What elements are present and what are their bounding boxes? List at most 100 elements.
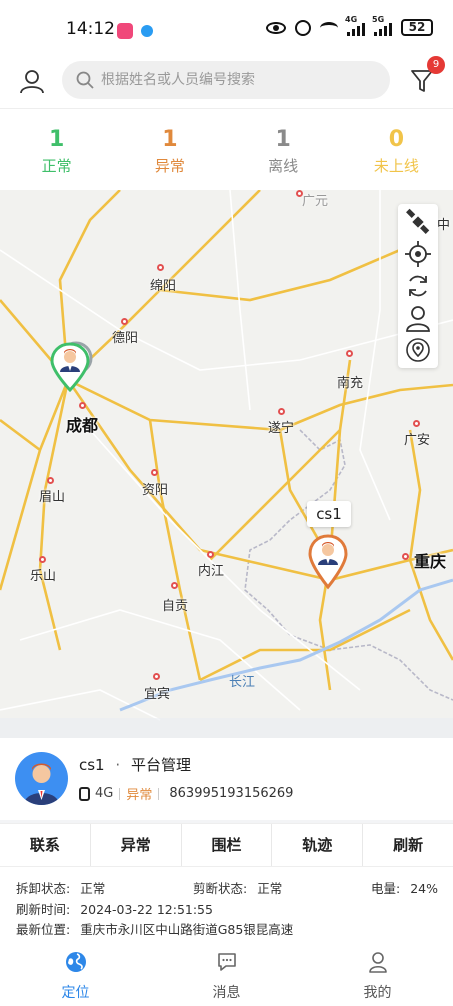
device-status: 异常 [126,788,153,803]
latest-location: 最新位置: 重庆市永川区中山路街道G85银昆高速 [16,919,293,938]
device-marker-normal[interactable] [48,340,96,396]
city-dot [171,582,178,589]
filter-badge: 9 [427,56,445,74]
signal-5g-icon: 5G [372,15,392,36]
bottom-nav: 定位 消息 我的 [0,939,453,1006]
stat-label: 异常 [154,157,185,175]
device-name: cs1 [79,756,105,774]
track-button[interactable]: 轨迹 [272,824,364,866]
battery-value: 24% [410,881,438,896]
stat-abnormal[interactable]: 1 异常 [113,109,226,190]
city-dot [157,264,164,271]
message-icon [217,953,236,971]
nav-profile[interactable]: 我的 [302,939,453,1006]
status-bar: 14:12 4G 5G 52 [0,0,453,52]
device-network: 4G [95,786,114,801]
device-marker-label: cs1 [307,501,351,527]
device-avatar [15,752,68,805]
alarm-icon [295,19,311,36]
city-dot [207,551,214,558]
battery-label: 电量: [371,881,401,896]
user-icon[interactable] [19,68,45,94]
refresh-icon[interactable] [404,272,432,300]
device-info: 拆卸状态: 正常 剪断状态: 正常 电量: 24% 刷新时间: 2024-03-… [0,867,453,939]
search-input[interactable] [101,61,381,99]
person-icon[interactable] [404,304,432,332]
city-label: 广安 [404,433,431,448]
city-dot [79,402,86,409]
city-dot [47,477,54,484]
detach-status-label: 拆卸状态: [16,881,71,896]
city-dot [402,553,409,560]
city-label: 乐山 [30,569,57,584]
stat-count: 1 [275,127,291,152]
stat-label: 未上线 [373,157,419,175]
stat-count: 0 [388,127,405,152]
city-dot [278,408,285,415]
city-label: 自贡 [162,599,189,614]
map[interactable]: 广元 绵阳 德阳 成都 南充 遂宁 广安 资阳 眉山 乐山 内江 自贡 宜宾 重… [0,190,453,738]
stat-label: 正常 [41,157,72,175]
stat-offline[interactable]: 1 离线 [227,109,340,190]
signal-4g-icon: 4G [345,15,365,36]
cut-status-value: 正常 [257,881,283,896]
city-label: 内江 [198,564,225,579]
contact-button[interactable]: 联系 [0,824,91,866]
battery-level: 电量: 24% [371,878,438,897]
device-title: cs1 · 平台管理 [79,754,191,775]
divider [158,787,160,800]
stat-count: 1 [48,127,65,152]
refresh-button[interactable]: 刷新 [363,824,453,866]
device-imei: 863995193156269 [169,786,294,801]
satellite-icon[interactable] [404,208,432,236]
cut-status: 剪断状态: 正常 [193,878,282,897]
detach-status-value: 正常 [80,881,106,896]
latest-location-label: 最新位置: [16,922,71,937]
nav-location[interactable]: 定位 [0,939,151,1006]
nav-messages[interactable]: 消息 [151,939,302,1006]
fence-button[interactable]: 围栏 [182,824,273,866]
city-label: 中 [437,218,451,233]
device-marker-abnormal[interactable] [306,533,350,591]
latest-location-value: 重庆市永川区中山路街道G85银昆高速 [80,922,294,937]
city-label: 宜宾 [144,687,171,702]
divider [119,787,121,800]
nav-label: 定位 [61,985,90,1001]
city-label: 绵阳 [150,279,177,294]
eye-icon [266,21,286,34]
action-bar: 联系 异常 围栏 轨迹 刷新 [0,823,453,867]
detach-status: 拆卸状态: 正常 [16,878,105,897]
locate-icon[interactable] [404,240,432,268]
refresh-time: 刷新时间: 2024-03-22 12:51:55 [16,899,213,918]
location-history-icon[interactable] [404,336,432,364]
stat-normal[interactable]: 1 正常 [0,109,113,190]
city-label: 遂宁 [268,421,295,436]
city-label: 广元 [302,194,329,209]
city-dot [346,350,353,357]
device-group: 平台管理 [130,756,191,774]
map-toolbar [398,204,438,368]
stat-not-online[interactable]: 0 未上线 [340,109,453,190]
river-label: 长江 [229,675,256,690]
city-dot [151,469,158,476]
city-dot [39,556,46,563]
app-notification-icon [117,23,133,39]
app-notification-icon-2 [141,25,153,37]
header: 9 [0,52,453,108]
status-time: 14:12 [66,19,115,39]
device-meta: 4G 异常 863995193156269 [79,784,293,803]
globe-icon [65,952,86,972]
search-box[interactable] [62,61,390,99]
city-dot [121,318,128,325]
nav-label: 消息 [212,985,241,1001]
watch-icon [79,786,90,801]
nav-label: 我的 [363,985,392,1001]
city-dot [413,420,420,427]
device-card[interactable]: cs1 · 平台管理 4G 异常 863995193156269 [0,738,453,820]
city-label: 德阳 [112,331,139,346]
city-label: 南充 [337,376,364,391]
status-summary: 1 正常 1 异常 1 离线 0 未上线 [0,108,453,190]
stat-count: 1 [162,127,178,152]
abnormal-button[interactable]: 异常 [91,824,182,866]
cut-status-label: 剪断状态: [193,881,248,896]
